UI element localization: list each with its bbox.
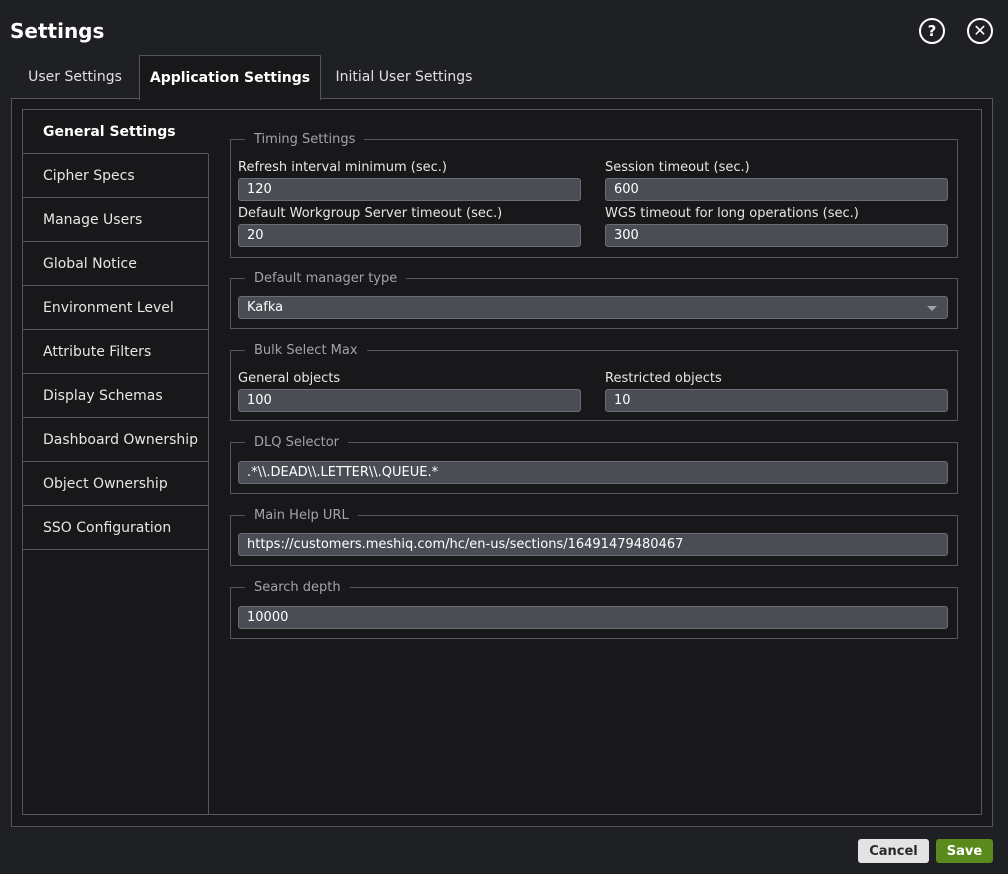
timing-settings-legend: Timing Settings [254, 132, 356, 147]
tab-initial-user-settings[interactable]: Initial User Settings [322, 55, 486, 99]
settings-panel: General Settings Cipher Specs Manage Use… [22, 109, 982, 815]
wgs-timeout-label: Default Workgroup Server timeout (sec.) [238, 206, 503, 221]
sidebar-item-general-settings[interactable]: General Settings [23, 110, 209, 154]
default-manager-legend: Default manager type [254, 271, 398, 286]
session-timeout-input[interactable]: 600 [605, 178, 948, 201]
sidebar-item-display-schemas[interactable]: Display Schemas [23, 374, 208, 418]
sidebar-item-dashboard-ownership[interactable]: Dashboard Ownership [23, 418, 208, 462]
save-button[interactable]: Save [936, 839, 993, 863]
search-depth-legend: Search depth [254, 580, 341, 595]
dlq-selector-legend: DLQ Selector [254, 435, 340, 450]
help-icon[interactable]: ? [919, 18, 945, 44]
general-objects-label: General objects [238, 371, 341, 386]
sidebar-item-global-notice[interactable]: Global Notice [23, 242, 208, 286]
sidebar-item-object-ownership[interactable]: Object Ownership [23, 462, 208, 506]
session-timeout-label: Session timeout (sec.) [605, 160, 750, 175]
help-url-legend: Main Help URL [254, 508, 349, 523]
window-title: Settings [10, 19, 105, 43]
manager-type-value: Kafka [247, 300, 284, 315]
sidebar-item-sso-configuration[interactable]: SSO Configuration [23, 506, 208, 550]
wgs-timeout-input[interactable]: 20 [238, 224, 581, 247]
restricted-objects-input[interactable]: 10 [605, 389, 948, 412]
settings-sidebar: General Settings Cipher Specs Manage Use… [23, 110, 209, 814]
refresh-interval-input[interactable]: 120 [238, 178, 581, 201]
close-icon[interactable]: ✕ [967, 18, 993, 44]
manager-type-select[interactable]: Kafka [238, 296, 948, 319]
bulk-select-legend: Bulk Select Max [254, 343, 358, 358]
tab-application-settings[interactable]: Application Settings [139, 55, 321, 100]
cancel-button[interactable]: Cancel [858, 839, 929, 863]
wgs-long-timeout-label: WGS timeout for long operations (sec.) [605, 206, 859, 221]
tab-user-settings[interactable]: User Settings [12, 55, 138, 99]
search-depth-input[interactable]: 10000 [238, 606, 948, 629]
general-objects-input[interactable]: 100 [238, 389, 581, 412]
sidebar-item-attribute-filters[interactable]: Attribute Filters [23, 330, 208, 374]
help-url-input[interactable]: https://customers.meshiq.com/hc/en-us/se… [238, 533, 948, 556]
sidebar-item-manage-users[interactable]: Manage Users [23, 198, 208, 242]
sidebar-item-environment-level[interactable]: Environment Level [23, 286, 208, 330]
dlq-selector-input[interactable]: .*\\.DEAD\\.LETTER\\.QUEUE.* [238, 461, 948, 484]
restricted-objects-label: Restricted objects [605, 371, 722, 386]
refresh-interval-label: Refresh interval minimum (sec.) [238, 160, 447, 175]
sidebar-item-cipher-specs[interactable]: Cipher Specs [23, 154, 208, 198]
wgs-long-timeout-input[interactable]: 300 [605, 224, 948, 247]
chevron-down-icon [927, 306, 937, 311]
